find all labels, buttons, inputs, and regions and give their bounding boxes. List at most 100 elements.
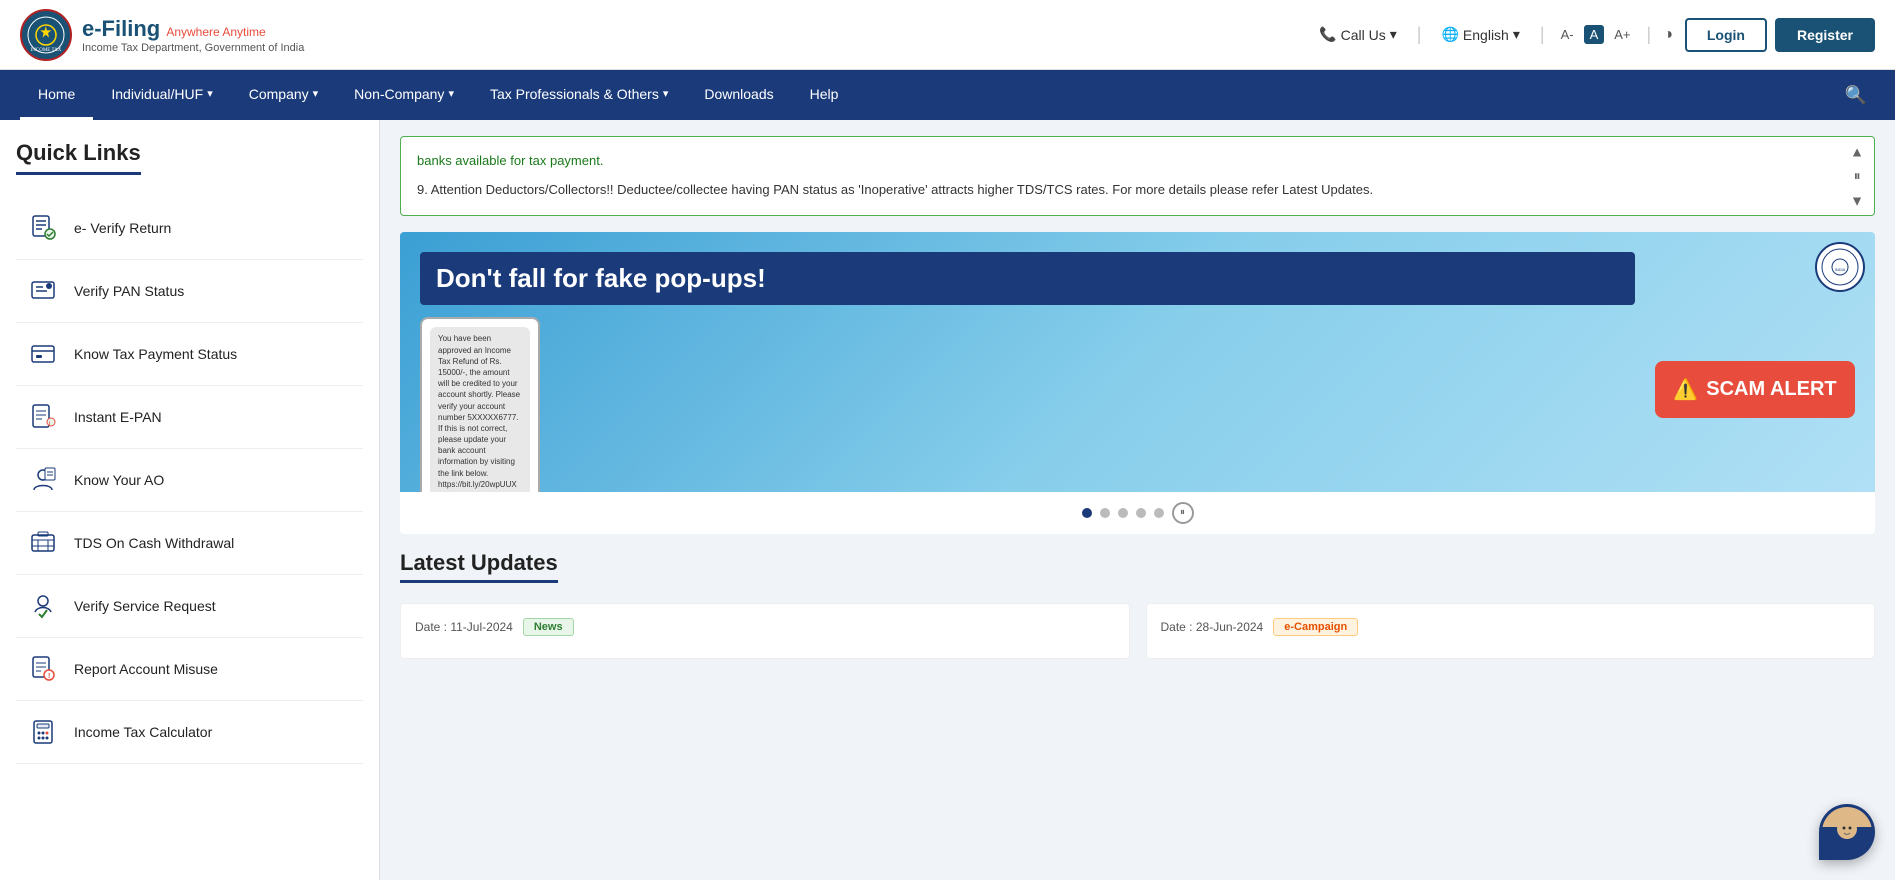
verify-service-icon bbox=[26, 589, 60, 623]
call-us-button[interactable]: 📞 Call Us ▾ bbox=[1311, 22, 1405, 47]
quick-link-report-misuse[interactable]: ! Report Account Misuse bbox=[16, 638, 363, 701]
nav-downloads[interactable]: Downloads bbox=[686, 70, 791, 120]
tax-calculator-icon bbox=[26, 715, 60, 749]
quick-link-verify-service[interactable]: Verify Service Request bbox=[16, 575, 363, 638]
nav-tax-professionals-chevron: ▾ bbox=[663, 87, 669, 100]
scam-label: SCAM ALERT bbox=[1706, 378, 1836, 401]
contrast-button[interactable]: ◑ bbox=[1663, 26, 1673, 44]
update-card-2: Date : 28-Jun-2024 e-Campaign bbox=[1146, 603, 1876, 659]
nav-non-company-label: Non-Company bbox=[354, 86, 444, 102]
quick-link-tax-calculator[interactable]: Income Tax Calculator bbox=[16, 701, 363, 764]
nav-tax-professionals[interactable]: Tax Professionals & Others ▾ bbox=[472, 70, 686, 120]
main-content: Quick Links e- Verify Return bbox=[0, 120, 1895, 880]
instant-epan-icon: i bbox=[26, 400, 60, 434]
banner-container: Don't fall for fake pop-ups! You have be… bbox=[400, 232, 1875, 534]
tax-calculator-label: Income Tax Calculator bbox=[74, 724, 212, 740]
notice-highlight: banks available for tax payment. bbox=[417, 151, 1834, 172]
nav-downloads-label: Downloads bbox=[704, 86, 773, 102]
banner-image: Don't fall for fake pop-ups! You have be… bbox=[400, 232, 1875, 492]
nav-bar: Home Individual/HUF ▾ Company ▾ Non-Comp… bbox=[0, 70, 1895, 120]
phone-icon: 📞 bbox=[1319, 26, 1336, 43]
latest-updates-section: Latest Updates Date : 11-Jul-2024 News D… bbox=[400, 550, 1875, 659]
report-misuse-icon: ! bbox=[26, 652, 60, 686]
logo-subtitle: Income Tax Department, Government of Ind… bbox=[82, 42, 304, 54]
update-card-1: Date : 11-Jul-2024 News bbox=[400, 603, 1130, 659]
banner-dot-4[interactable] bbox=[1136, 508, 1146, 518]
lang-chevron-icon: ▾ bbox=[1513, 26, 1520, 43]
separator-2: | bbox=[1540, 24, 1545, 45]
notice-content: 9. Attention Deductors/Collectors!! Dedu… bbox=[417, 180, 1834, 201]
quick-link-e-verify-return[interactable]: e- Verify Return bbox=[16, 197, 363, 260]
nav-home[interactable]: Home bbox=[20, 70, 93, 120]
banner-content: Don't fall for fake pop-ups! You have be… bbox=[400, 232, 1875, 492]
tax-payment-icon bbox=[26, 337, 60, 371]
nav-help[interactable]: Help bbox=[792, 70, 857, 120]
banner-dot-2[interactable] bbox=[1100, 508, 1110, 518]
nav-individual-huf[interactable]: Individual/HUF ▾ bbox=[93, 70, 230, 120]
e-verify-return-label: e- Verify Return bbox=[74, 220, 171, 236]
register-button[interactable]: Register bbox=[1775, 18, 1875, 52]
phone-message: You have been approved an Income Tax Ref… bbox=[430, 327, 530, 491]
update-badge-2: e-Campaign bbox=[1273, 618, 1358, 636]
quick-link-know-ao[interactable]: Know Your AO bbox=[16, 449, 363, 512]
globe-icon: 🌐 bbox=[1441, 26, 1458, 43]
header-right: 📞 Call Us ▾ | 🌐 English ▾ | A- A A+ | ◑ … bbox=[1311, 18, 1875, 52]
search-icon: 🔍 bbox=[1845, 85, 1867, 105]
call-chevron-icon: ▾ bbox=[1390, 26, 1397, 43]
svg-text:INDIA: INDIA bbox=[1835, 267, 1846, 272]
nav-tax-professionals-label: Tax Professionals & Others bbox=[490, 86, 659, 102]
tds-cash-label: TDS On Cash Withdrawal bbox=[74, 535, 234, 551]
svg-text:INCOME TAX: INCOME TAX bbox=[31, 48, 62, 53]
banner-pause-button[interactable]: ⏸ bbox=[1172, 502, 1194, 524]
nav-home-label: Home bbox=[38, 86, 75, 102]
nav-search-button[interactable]: 🔍 bbox=[1837, 77, 1875, 114]
notice-box: banks available for tax payment. 9. Atte… bbox=[400, 136, 1875, 216]
quick-link-verify-pan[interactable]: Verify PAN Status bbox=[16, 260, 363, 323]
font-size-controls: A- A A+ bbox=[1557, 25, 1635, 44]
font-decrease-button[interactable]: A- bbox=[1557, 25, 1578, 44]
login-button[interactable]: Login bbox=[1685, 18, 1767, 52]
notice-up-button[interactable]: ▲ bbox=[1850, 143, 1864, 159]
update-badge-1: News bbox=[523, 618, 574, 636]
govt-logo: INDIA bbox=[1815, 242, 1865, 292]
notice-down-button[interactable]: ▼ bbox=[1850, 192, 1864, 208]
language-selector[interactable]: 🌐 English ▾ bbox=[1433, 22, 1527, 47]
notice-controls: ▲ ⏸ ▼ bbox=[1850, 143, 1864, 208]
call-us-label: Call Us bbox=[1341, 27, 1386, 43]
quick-link-tds-cash[interactable]: TDS On Cash Withdrawal bbox=[16, 512, 363, 575]
logo-tagline: Anywhere Anytime bbox=[166, 25, 265, 39]
verify-pan-icon bbox=[26, 274, 60, 308]
header: INCOME TAX e-Filing Anywhere Anytime Inc… bbox=[0, 0, 1895, 70]
quick-link-tax-payment[interactable]: Know Tax Payment Status bbox=[16, 323, 363, 386]
sidebar-title: Quick Links bbox=[16, 140, 141, 175]
updates-grid: Date : 11-Jul-2024 News Date : 28-Jun-20… bbox=[400, 603, 1875, 659]
font-normal-button[interactable]: A bbox=[1584, 25, 1605, 44]
font-increase-button[interactable]: A+ bbox=[1610, 25, 1634, 44]
chatbot-avatar bbox=[1822, 807, 1872, 857]
quick-links-list: e- Verify Return Verify PAN Status bbox=[16, 197, 363, 764]
nav-individual-chevron: ▾ bbox=[207, 87, 213, 100]
nav-company[interactable]: Company ▾ bbox=[231, 70, 336, 120]
logo-emblem: INCOME TAX bbox=[20, 9, 72, 61]
chatbot-button[interactable] bbox=[1819, 804, 1875, 860]
auth-buttons: Login Register bbox=[1685, 18, 1875, 52]
notice-pause-button[interactable]: ⏸ bbox=[1850, 167, 1864, 184]
separator-3: | bbox=[1647, 24, 1652, 45]
tds-cash-icon bbox=[26, 526, 60, 560]
banner-dot-5[interactable] bbox=[1154, 508, 1164, 518]
scam-alert-box: ⚠️ SCAM ALERT bbox=[1655, 361, 1855, 418]
separator-1: | bbox=[1417, 24, 1422, 45]
quick-link-instant-epan[interactable]: i Instant E-PAN bbox=[16, 386, 363, 449]
report-misuse-label: Report Account Misuse bbox=[74, 661, 218, 677]
banner-dot-1[interactable] bbox=[1082, 508, 1092, 518]
update-meta-2: Date : 28-Jun-2024 e-Campaign bbox=[1161, 618, 1861, 636]
banner-dot-3[interactable] bbox=[1118, 508, 1128, 518]
site-name: e-Filing Anywhere Anytime bbox=[82, 16, 304, 42]
banner-headline: Don't fall for fake pop-ups! bbox=[420, 252, 1635, 306]
banner-top: Don't fall for fake pop-ups! You have be… bbox=[400, 232, 1875, 492]
update-date-1: Date : 11-Jul-2024 bbox=[415, 620, 513, 634]
e-verify-return-icon bbox=[26, 211, 60, 245]
verify-service-label: Verify Service Request bbox=[74, 598, 216, 614]
know-ao-icon bbox=[26, 463, 60, 497]
nav-non-company[interactable]: Non-Company ▾ bbox=[336, 70, 472, 120]
